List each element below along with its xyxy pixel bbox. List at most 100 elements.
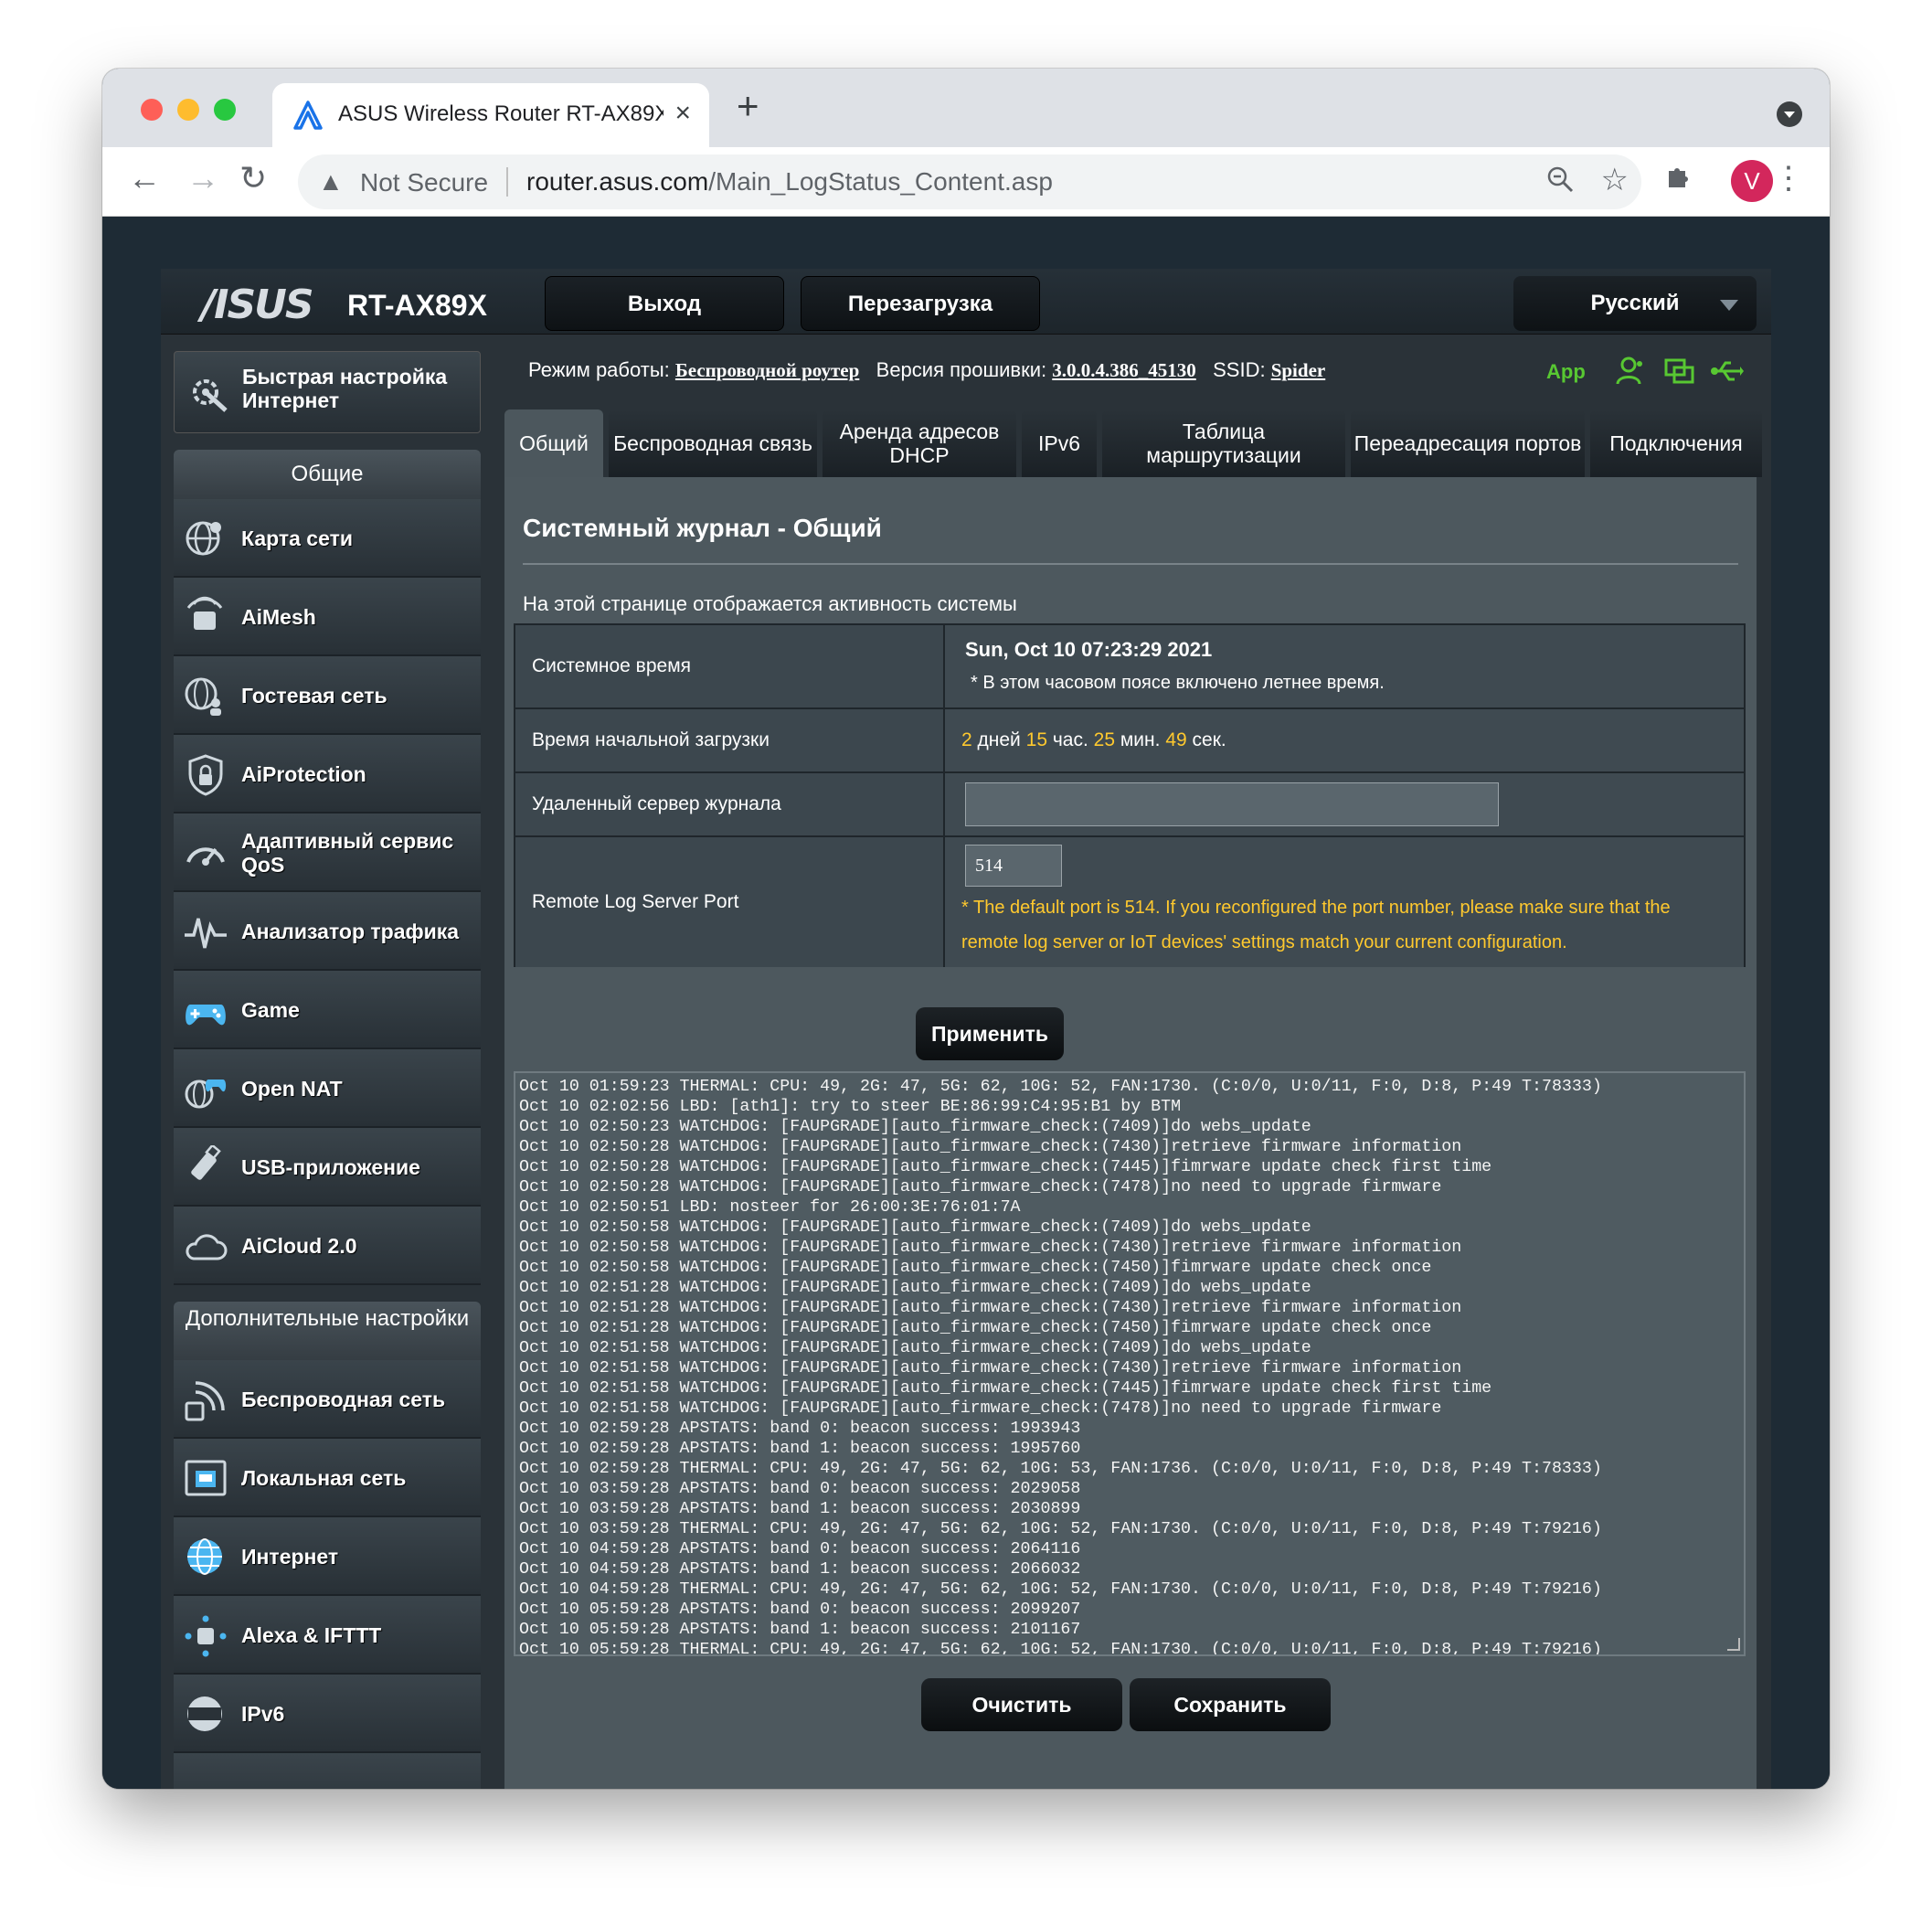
- uptime-minutes: 25: [1093, 729, 1116, 750]
- tab-close-icon[interactable]: ×: [674, 98, 691, 129]
- globe-map-icon: [186, 521, 221, 556]
- save-button[interactable]: Сохранить: [1130, 1678, 1331, 1731]
- remote-port-cell: 514 * The default port is 514. If you re…: [945, 837, 1744, 967]
- extensions-puzzle-icon[interactable]: [1665, 162, 1693, 197]
- log-line: Oct 10 02:59:28 THERMAL: CPU: 49, 2G: 47…: [519, 1460, 1602, 1478]
- quick-setup-label: Быстрая настройка Интернет: [242, 365, 448, 412]
- uptime-hours: 15: [1025, 729, 1047, 750]
- tab-dhcp[interactable]: Аренда адресов DHCP: [823, 409, 1016, 477]
- tab-routing-table[interactable]: Таблица маршрутизации: [1102, 409, 1345, 477]
- remote-server-cell: [945, 773, 1744, 835]
- security-label[interactable]: Not Secure: [360, 168, 488, 197]
- sidebar-item-next[interactable]: [174, 1753, 481, 1789]
- forward-arrow-icon[interactable]: →: [186, 162, 219, 195]
- app-link[interactable]: App: [1546, 360, 1586, 384]
- sidebar-item-internet[interactable]: Интернет: [174, 1517, 481, 1596]
- log-line: Oct 10 02:51:58 WATCHDOG: [FAUPGRADE][au…: [519, 1379, 1492, 1398]
- ssid-label: SSID:: [1213, 358, 1266, 381]
- close-window-button[interactable]: [141, 99, 163, 121]
- zoom-icon[interactable]: [1546, 165, 1574, 200]
- clear-button[interactable]: Очистить: [921, 1678, 1122, 1731]
- network-status-icon[interactable]: [1663, 355, 1696, 388]
- table-row: Remote Log Server Port 514 * The default…: [515, 837, 1744, 967]
- language-select[interactable]: Русский: [1513, 276, 1757, 331]
- system-log-textarea[interactable]: Oct 10 01:59:23 THERMAL: CPU: 49, 2G: 47…: [514, 1071, 1746, 1656]
- bookmark-star-icon[interactable]: ☆: [1601, 162, 1629, 198]
- traffic-wave-icon: [185, 918, 227, 949]
- sidebar-item-usb-app[interactable]: USB-приложение: [174, 1128, 481, 1207]
- sidebar-item-open-nat[interactable]: Open NAT: [174, 1049, 481, 1128]
- log-line: Oct 10 02:51:28 WATCHDOG: [FAUPGRADE][au…: [519, 1279, 1311, 1297]
- remote-port-label: Remote Log Server Port: [515, 837, 945, 967]
- new-tab-button[interactable]: +: [737, 87, 759, 125]
- sidebar-item-label: Гостевая сеть: [241, 684, 387, 707]
- sidebar-item-aimesh[interactable]: AiMesh: [174, 578, 481, 656]
- sidebar-item-label: Карта сети: [241, 526, 353, 550]
- url-text[interactable]: router.asus.com/Main_LogStatus_Content.a…: [526, 167, 1053, 197]
- page-description: На этой странице отображается активность…: [523, 592, 1017, 615]
- ssid-link[interactable]: Spider: [1271, 359, 1326, 381]
- tab-wireless[interactable]: Беспроводная связь: [609, 409, 817, 477]
- log-line: Oct 10 02:51:28 WATCHDOG: [FAUPGRADE][au…: [519, 1319, 1432, 1337]
- log-line: Oct 10 05:59:28 APSTATS: band 1: beacon …: [519, 1621, 1081, 1639]
- sidebar-item-traffic-analyzer[interactable]: Анализатор трафика: [174, 892, 481, 971]
- tab-port-forwarding[interactable]: Переадресация портов: [1351, 409, 1585, 477]
- browser-toolbar: ← → ↻ ▲ Not Secure router.asus.com/Main_…: [102, 147, 1830, 217]
- sidebar-item-label: Open NAT: [241, 1077, 343, 1101]
- sidebar-item-qos[interactable]: Адаптивный сервис QoS: [174, 814, 481, 892]
- sidebar-item-guest-network[interactable]: Гостевая сеть: [174, 656, 481, 735]
- profile-avatar[interactable]: V: [1731, 160, 1773, 202]
- logout-button[interactable]: Выход: [545, 276, 784, 331]
- uptime-hours-unit: час.: [1052, 729, 1088, 750]
- usb-status-icon[interactable]: [1711, 355, 1744, 388]
- sidebar-item-aicloud[interactable]: AiCloud 2.0: [174, 1207, 481, 1285]
- sidebar-item-wireless[interactable]: Беспроводная сеть: [174, 1360, 481, 1439]
- apply-button[interactable]: Применить: [916, 1007, 1064, 1060]
- mode-link[interactable]: Беспроводной роутер: [675, 359, 859, 381]
- lan-icon: [185, 1460, 227, 1496]
- log-line: Oct 10 05:59:28 APSTATS: band 0: beacon …: [519, 1601, 1081, 1619]
- sidebar-item-label: Интернет: [241, 1545, 339, 1569]
- log-line: Oct 10 02:50:28 WATCHDOG: [FAUPGRADE][au…: [519, 1138, 1462, 1156]
- tab-ipv6[interactable]: IPv6: [1022, 409, 1097, 477]
- uptime-cell: 2 дней 15 час. 25 мин. 49 сек.: [945, 709, 1744, 771]
- sidebar-item-lan[interactable]: Локальная сеть: [174, 1439, 481, 1517]
- tab-search-icon[interactable]: [1777, 101, 1802, 127]
- remote-port-input[interactable]: 514: [965, 845, 1062, 887]
- log-line: Oct 10 04:59:28 APSTATS: band 1: beacon …: [519, 1560, 1081, 1579]
- maximize-window-button[interactable]: [214, 99, 236, 121]
- sidebar-item-aiprotection[interactable]: AiProtection: [174, 735, 481, 814]
- sidebar-item-ipv6[interactable]: IPv6: [174, 1675, 481, 1753]
- page-title: Системный журнал - Общий: [523, 514, 882, 542]
- log-line: Oct 10 03:59:28 APSTATS: band 1: beacon …: [519, 1500, 1081, 1518]
- browser-menu-icon[interactable]: ⋮: [1773, 160, 1804, 197]
- status-line: Режим работы: Беспроводной роутер Версия…: [528, 358, 1325, 382]
- sidebar-item-network-map[interactable]: Карта сети: [174, 499, 481, 578]
- log-line: Oct 10 03:59:28 THERMAL: CPU: 49, 2G: 47…: [519, 1520, 1602, 1538]
- resize-handle[interactable]: [1727, 1638, 1740, 1651]
- shield-lock-icon: [188, 754, 223, 796]
- sidebar-item-alexa-ifttt[interactable]: Alexa & IFTTT: [174, 1596, 481, 1675]
- quick-setup-button[interactable]: Быстрая настройка Интернет: [174, 351, 481, 433]
- browser-tab[interactable]: ASUS Wireless Router RT-AX89X ×: [272, 83, 709, 147]
- tab-general[interactable]: Общий: [504, 409, 603, 477]
- mode-label: Режим работы:: [528, 358, 670, 381]
- firmware-link[interactable]: 3.0.0.4.386_45130: [1052, 359, 1196, 381]
- aimesh-icon: [186, 596, 223, 630]
- address-bar[interactable]: ▲ Not Secure router.asus.com/Main_LogSta…: [298, 154, 1641, 209]
- sidebar-item-label: Alexa & IFTTT: [241, 1623, 382, 1647]
- sidebar-item-game[interactable]: Game: [174, 971, 481, 1049]
- minimize-window-button[interactable]: [177, 99, 199, 121]
- tab-connections[interactable]: Подключения: [1590, 409, 1762, 477]
- reboot-button[interactable]: Перезагрузка: [801, 276, 1040, 331]
- main-content: Системный журнал - Общий На этой страниц…: [504, 477, 1757, 1789]
- log-line: Oct 10 02:02:56 LBD: [ath1]: try to stee…: [519, 1098, 1182, 1116]
- clients-status-icon[interactable]: [1614, 355, 1647, 388]
- reload-icon[interactable]: ↻: [239, 162, 267, 195]
- back-arrow-icon[interactable]: ←: [128, 162, 161, 195]
- uptime-days: 2: [961, 729, 972, 750]
- warning-triangle-icon[interactable]: ▲: [318, 167, 344, 197]
- router-frame: /ISUS RT-AX89X Выход Перезагрузка Русски…: [161, 269, 1771, 1789]
- remote-server-input[interactable]: [965, 782, 1499, 826]
- asus-logo: /ISUS: [201, 282, 314, 328]
